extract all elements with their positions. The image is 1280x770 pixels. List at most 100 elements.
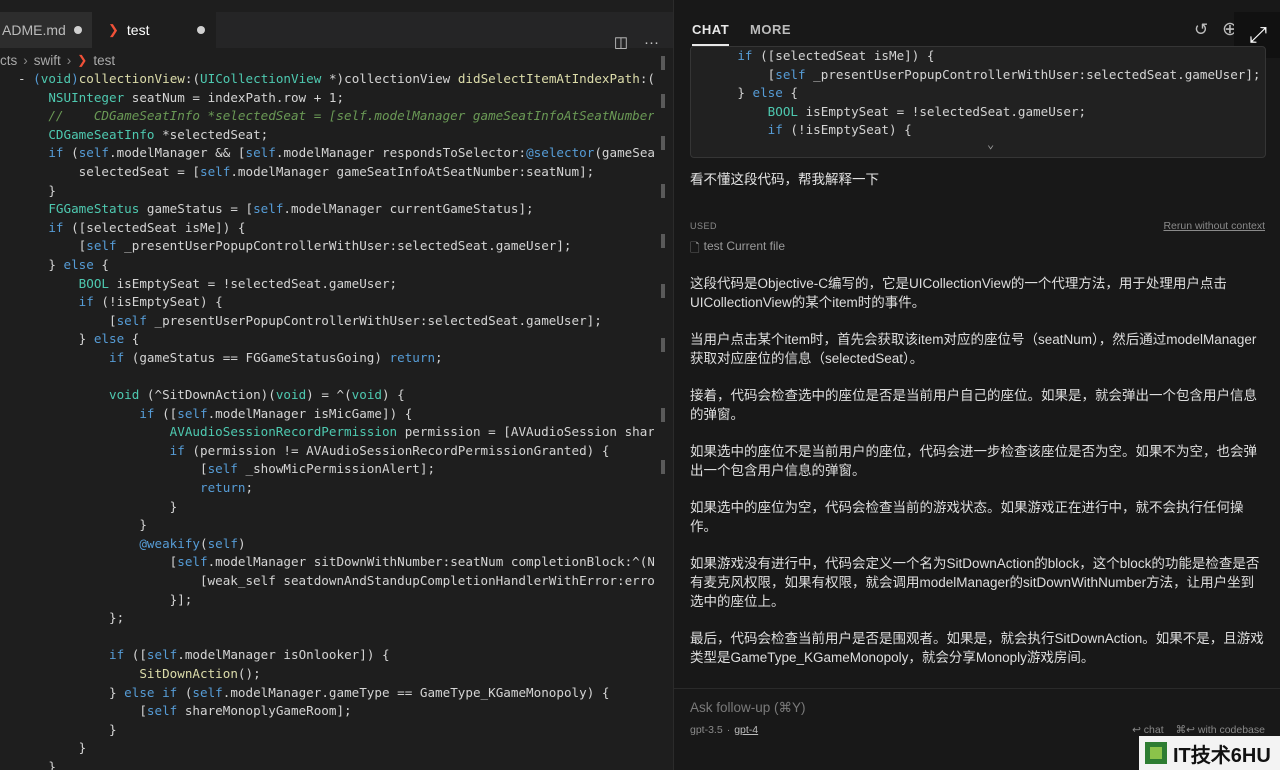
code-line: }]; — [0, 591, 673, 610]
code-token: (); — [237, 666, 261, 681]
code-token: collectionView — [78, 71, 185, 86]
code-token: self — [86, 238, 117, 254]
chevron-right-icon: › — [66, 52, 72, 68]
code-token: @weakify — [139, 535, 200, 551]
code-line: if (!isEmptySeat) { — [691, 121, 1265, 140]
code-line: [self shareMonoplyGameRoom]; — [0, 702, 673, 721]
hint-chat[interactable]: ↩ chat — [1132, 724, 1164, 736]
code-line: SitDownAction(); — [0, 665, 673, 684]
tab-more[interactable]: MORE — [750, 22, 791, 37]
code-token: *selectedSeat; — [154, 126, 269, 142]
model-gpt-3-5[interactable]: gpt-3.5 — [690, 724, 723, 736]
code-area[interactable]: - (void)collectionView:(UICollectionView… — [0, 70, 673, 770]
code-token: } — [18, 721, 117, 737]
context-file[interactable]: 🗋 test Current file — [690, 239, 785, 260]
code-token: .modelManager respondsToSelector: — [275, 145, 527, 161]
history-icon[interactable]: ↺ — [1194, 20, 1208, 40]
code-token: { — [93, 256, 110, 272]
code-token: if — [109, 647, 125, 663]
code-token: else if — [124, 684, 178, 700]
follow-up-input[interactable]: Ask follow-up (⌘Y) — [690, 700, 806, 716]
code-token: if — [139, 405, 155, 421]
code-line: @weakify(self) — [0, 535, 673, 554]
code-token: } — [18, 256, 64, 272]
code-token: } — [18, 182, 56, 198]
code-token: .modelManager sitDownWithNumber:seatNum … — [207, 554, 673, 570]
code-line: } — [0, 498, 673, 517]
breadcrumb-item[interactable]: test — [93, 53, 115, 68]
code-line: } else { — [0, 330, 673, 349]
code-editor[interactable]: ADME.md ❯ test ◫ ··· cts › swift › ❯ tes… — [0, 0, 673, 770]
code-token: seatNum = indexPath.row + 1; — [124, 89, 345, 105]
code-token: if — [78, 294, 94, 310]
code-line: [self _presentUserPopupControllerWithUse… — [0, 312, 673, 331]
command-enter-icon: ⌘↩ — [1175, 724, 1198, 736]
code-token: self — [207, 535, 238, 551]
swift-file-icon: ❯ — [77, 53, 88, 67]
assistant-answer: 这段代码是Objective-C编写的，它是UICollectionView的一… — [690, 274, 1266, 685]
code-line: if (self.modelManager && [self.modelMana… — [0, 144, 673, 163]
user-message: 看不懂这段代码，帮我解释一下 — [690, 172, 879, 187]
code-line: // CDGameSeatInfo *selectedSeat = [self.… — [0, 107, 673, 126]
hint-codebase[interactable]: ⌘↩ with codebase — [1176, 724, 1265, 736]
rerun-without-context-link[interactable]: Rerun without context — [1163, 220, 1265, 232]
chevron-down-icon[interactable]: ⌄ — [987, 137, 994, 151]
code-token: else — [752, 85, 783, 101]
code-token: permission = [AVAudioSession sharedIn — [397, 424, 673, 440]
code-line: if ([self.modelManager isMicGame]) { — [0, 405, 673, 424]
code-token: if — [48, 219, 64, 235]
split-editor-icon[interactable]: ◫ — [614, 33, 628, 51]
code-token: UICollectionView — [200, 71, 322, 86]
code-token: .modelManager currentGameStatus]; — [283, 201, 534, 217]
model-gpt-4[interactable]: gpt-4 — [734, 724, 758, 736]
breadcrumb-item[interactable]: swift — [34, 53, 61, 68]
tab-chat[interactable]: CHAT — [692, 22, 730, 46]
code-token: } — [18, 517, 147, 533]
code-token: _presentUserPopupControllerWithUser:sele… — [116, 238, 572, 254]
code-token: isEmptySeat = !selectedSeat.gameUser; — [109, 275, 398, 291]
scroll-marker — [661, 56, 665, 70]
scroll-marker — [661, 338, 665, 352]
code-token: self — [116, 312, 147, 328]
code-token: SitDownAction — [139, 666, 238, 681]
code-line: }; — [0, 609, 673, 628]
code-line: [weak_self seatdownAndStandupCompletionH… — [0, 572, 673, 591]
modified-dot-icon[interactable] — [197, 26, 206, 34]
tab-test[interactable]: ❯ test — [92, 12, 216, 48]
code-token: .modelManager isOnlooker]) { — [177, 647, 390, 663]
code-token: self — [253, 201, 284, 217]
code-token: self — [78, 145, 110, 161]
code-token: (!isEmptySeat) { — [93, 294, 223, 310]
answer-paragraph: 最后，代码会检查当前用户是否是围观者。如果是，就会执行SitDownAction… — [690, 631, 1264, 665]
tab-readme[interactable]: ADME.md — [0, 12, 92, 48]
editor-scrollbar[interactable] — [654, 48, 673, 770]
answer-paragraph: 如果选中的座位不是当前用户的座位，代码会进一步检查该座位是否为空。如果不为空，也… — [690, 444, 1257, 478]
code-token: // CDGameSeatInfo *selectedSeat = [self.… — [18, 108, 673, 124]
code-line: selectedSeat = [self.modelManager gameSe… — [0, 163, 673, 182]
code-token: ([selectedSeat isMe]) { — [63, 219, 246, 235]
code-token: - — [18, 71, 34, 86]
code-token: BOOL — [78, 275, 110, 291]
code-token: if — [767, 122, 783, 138]
breadcrumb: cts › swift › ❯ test — [0, 50, 115, 70]
code-token: .modelManager gameSeatInfoAtSeatNumber:s… — [230, 163, 595, 179]
code-line: } else { — [691, 84, 1265, 103]
code-token: (permission != AVAudioSessionRecordPermi… — [184, 442, 610, 458]
code-line: } else if (self.modelManager.gameType ==… — [0, 684, 673, 703]
answer-paragraph: 这段代码是Objective-C编写的，它是UICollectionView的一… — [690, 276, 1227, 310]
code-line: } — [0, 182, 673, 201]
code-line: void (^SitDownAction)(void) = ^(void) { — [0, 386, 673, 405]
answer-paragraph: 当用户点击某个item时，首先会获取该item对应的座位号（seatNum），然… — [690, 332, 1257, 366]
code-line: [self _showMicPermissionAlert]; — [0, 460, 673, 479]
breadcrumb-item[interactable]: cts — [0, 53, 17, 68]
code-token: :( — [184, 71, 201, 86]
